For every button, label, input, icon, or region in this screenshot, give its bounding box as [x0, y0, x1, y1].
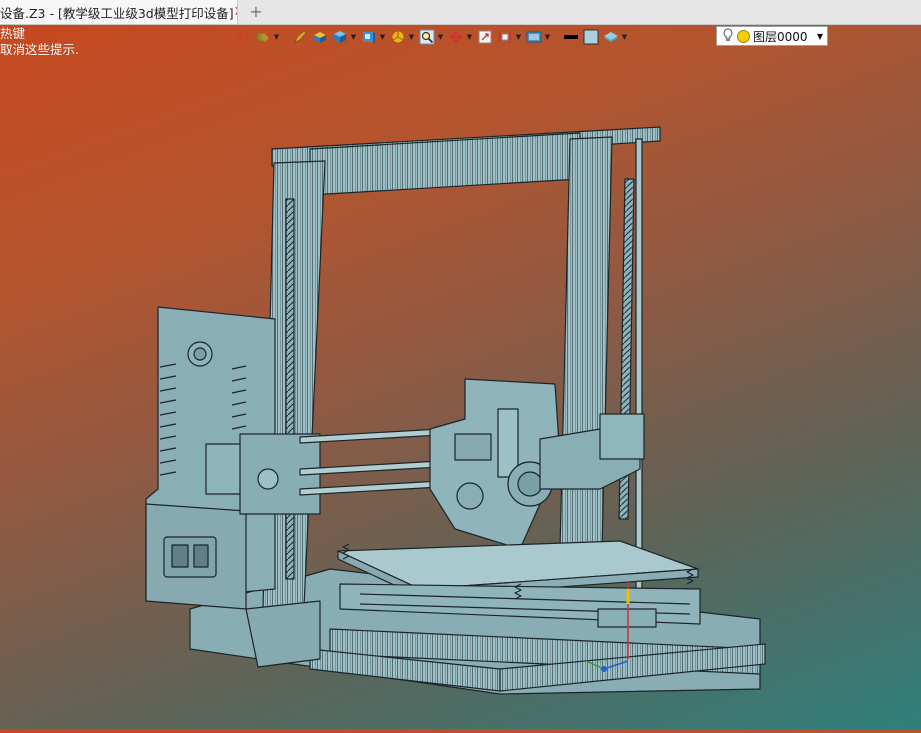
line-color-icon [562, 28, 580, 46]
layer-visibility-icon [602, 28, 620, 46]
display-mode-button[interactable]: ▼ [525, 25, 552, 49]
display-mode-icon [525, 28, 543, 46]
chevron-down-icon[interactable]: ▼ [543, 33, 552, 41]
solid-box-button[interactable] [311, 25, 329, 49]
layer-name: 图层0000 [753, 29, 808, 44]
document-tab-title[interactable]: 设备.Z3 - [教学级工业级3d模型打印设备] [0, 3, 234, 22]
chevron-down-icon[interactable]: ▼ [514, 33, 523, 41]
exit-button[interactable] [234, 25, 252, 49]
chevron-down-icon[interactable]: ▼ [465, 33, 474, 41]
fill-color-icon [582, 28, 600, 46]
cube-view-button[interactable]: ▼ [360, 25, 387, 49]
layer-dropdown[interactable]: 图层0000 ▼ [716, 26, 828, 46]
chevron-down-icon[interactable]: ▼ [378, 33, 387, 41]
layer-color-icon [737, 29, 750, 43]
render-button[interactable]: ▼ [389, 25, 416, 49]
chevron-down-icon[interactable]: ▼ [407, 33, 416, 41]
pencil-button[interactable] [291, 25, 309, 49]
section-view-button[interactable]: ▼ [496, 25, 523, 49]
cube-icon [331, 28, 349, 46]
bulb-icon [721, 27, 735, 45]
fit-window-icon [476, 28, 494, 46]
exit-icon [234, 28, 252, 46]
chevron-down-icon[interactable]: ▼ [813, 32, 827, 41]
chevron-down-icon[interactable]: ▼ [272, 33, 281, 41]
close-tab-icon[interactable]: ✕ [234, 4, 237, 20]
zoom-icon [418, 28, 436, 46]
rotate-axis-icon [447, 28, 465, 46]
paint-button[interactable]: ▼ [254, 25, 281, 49]
view-toolbar: ▼ ▼ ▼ ▼ ▼ ▼ ▼ ▼ ▼ [234, 24, 629, 49]
line-color-button[interactable] [562, 25, 580, 49]
pie-render-icon [389, 28, 407, 46]
fill-color-button[interactable] [582, 25, 600, 49]
3d-viewport[interactable] [0, 49, 921, 729]
fit-window-button[interactable] [476, 25, 494, 49]
paint-bucket-icon [254, 28, 272, 46]
box-solid-icon [311, 28, 329, 46]
pencil-icon [291, 28, 309, 46]
cube-view-icon [360, 28, 378, 46]
chevron-down-icon[interactable]: ▼ [349, 33, 358, 41]
printer-model [145, 126, 766, 695]
zoom-button[interactable]: ▼ [418, 25, 445, 49]
cube-button[interactable]: ▼ [331, 25, 358, 49]
new-tab-icon[interactable]: + [247, 2, 265, 22]
rotate-button[interactable]: ▼ [447, 25, 474, 49]
chevron-down-icon[interactable]: ▼ [620, 33, 629, 41]
document-tab[interactable]: 设备.Z3 - [教学级工业级3d模型打印设备] ✕ [0, 0, 238, 24]
tab-bar: 设备.Z3 - [教学级工业级3d模型打印设备] ✕ + [0, 0, 921, 25]
layer-visibility-button[interactable]: ▼ [602, 25, 629, 49]
hint-hotkey: 热键 [0, 26, 26, 41]
chevron-down-icon[interactable]: ▼ [436, 33, 445, 41]
section-view-icon [496, 28, 514, 46]
